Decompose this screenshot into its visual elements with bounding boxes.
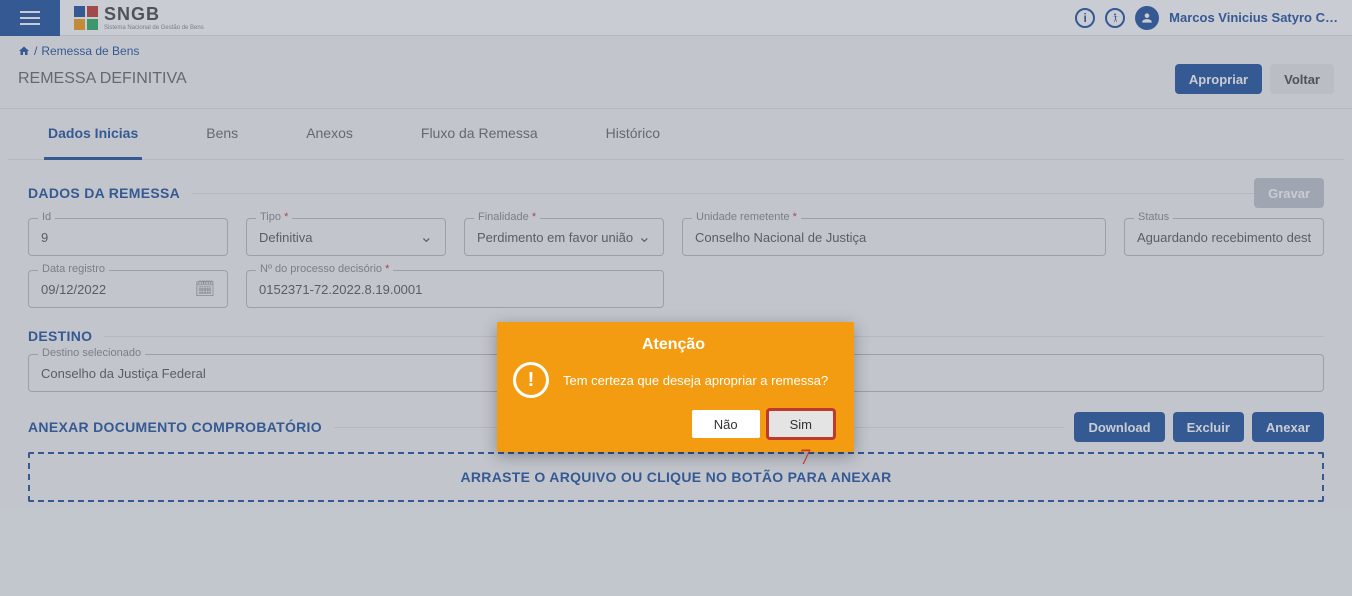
modal-no-button[interactable]: Não bbox=[692, 410, 760, 438]
modal-overlay bbox=[0, 0, 1352, 596]
alert-icon: ! bbox=[513, 362, 549, 398]
confirm-modal: Atenção ! Tem certeza que deseja apropri… bbox=[497, 322, 854, 452]
modal-yes-button[interactable]: Sim bbox=[768, 410, 834, 438]
modal-message: Tem certeza que deseja apropriar a remes… bbox=[563, 373, 828, 388]
modal-title: Atenção bbox=[513, 336, 834, 354]
annotation-number: 7 bbox=[800, 444, 811, 470]
